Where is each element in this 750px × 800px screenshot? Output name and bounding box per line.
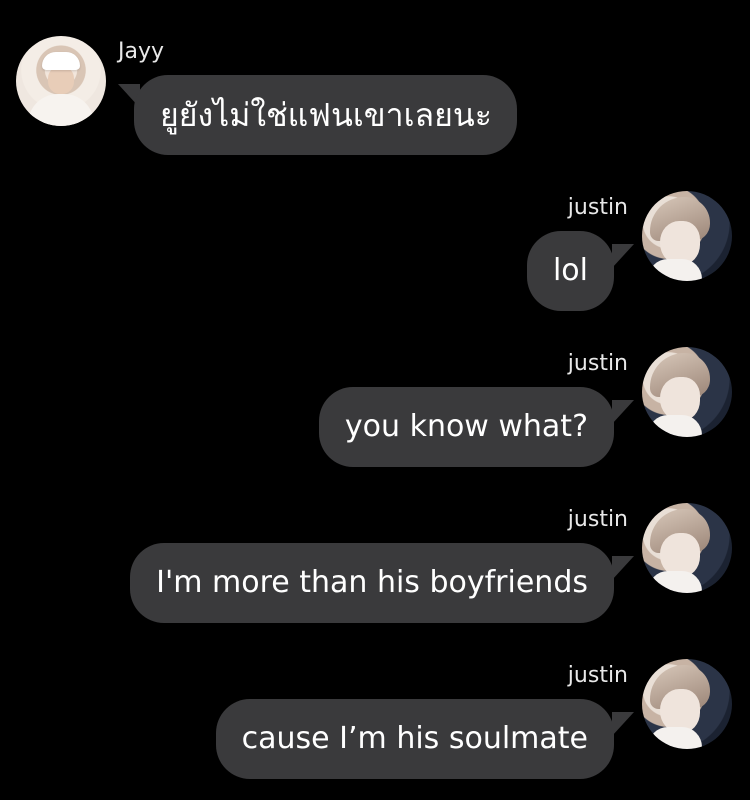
avatar-face <box>48 66 74 94</box>
sender-name: justin <box>567 663 628 688</box>
sender-name: justin <box>567 351 628 376</box>
avatar-justin[interactable] <box>642 659 732 749</box>
message-bubble[interactable]: cause I’m his soulmate <box>215 699 614 779</box>
avatar-shirt <box>28 94 94 126</box>
avatar-justin[interactable] <box>642 191 732 281</box>
chat-thread: Jayy ยูยังไม่ใช่แฟนเขาเลยนะ justin lol j… <box>0 0 750 800</box>
avatar-justin[interactable] <box>642 347 732 437</box>
message-bubble[interactable]: you know what? <box>318 387 614 467</box>
bubble-tail <box>612 556 634 580</box>
sender-name: justin <box>567 195 628 220</box>
message-bubble[interactable]: lol <box>526 231 614 311</box>
avatar-collar <box>648 571 702 593</box>
sender-name: Jayy <box>118 39 165 64</box>
avatar-justin[interactable] <box>642 503 732 593</box>
avatar-collar <box>648 415 702 437</box>
sender-name: justin <box>567 507 628 532</box>
message-bubble[interactable]: ยูยังไม่ใช่แฟนเขาเลยนะ <box>134 75 517 155</box>
message-bubble[interactable]: I'm more than his boyfriends <box>130 543 614 623</box>
bubble-tail <box>612 712 634 736</box>
avatar-cap <box>42 52 80 70</box>
avatar-jayy[interactable] <box>16 36 106 126</box>
bubble-tail <box>612 244 634 268</box>
avatar-collar <box>648 259 702 281</box>
bubble-tail <box>612 400 634 424</box>
avatar-collar <box>648 727 702 749</box>
